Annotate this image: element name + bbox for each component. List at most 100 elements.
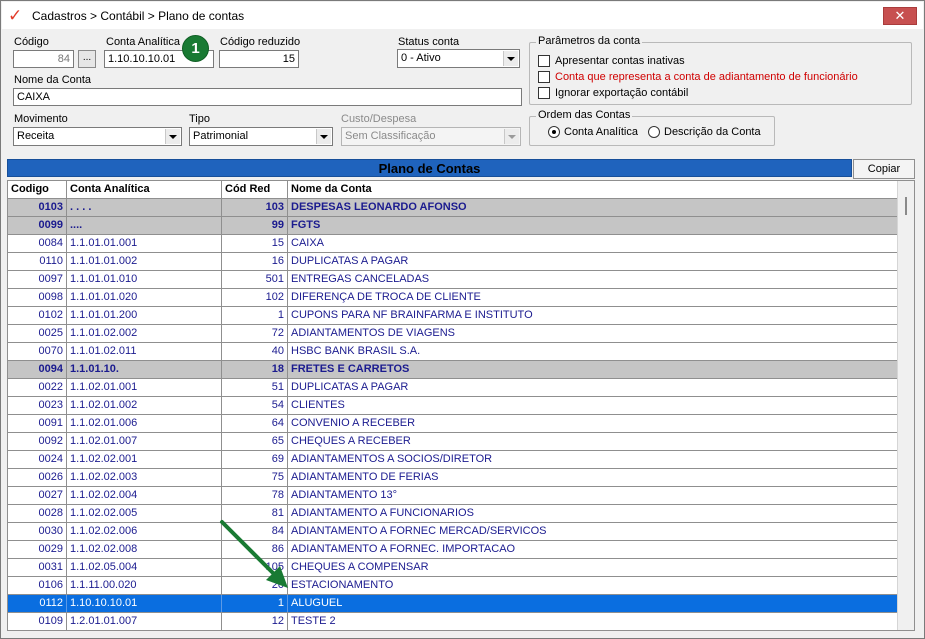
table-row[interactable]: 0103. . . . 103 DESPESAS LEONARDO AFONSO xyxy=(8,199,898,217)
column-header-nome-da-conta[interactable]: Nome da Conta xyxy=(288,181,898,198)
table-row[interactable]: 0112 1.10.10.10.01 1 ALUGUEL xyxy=(8,595,898,613)
table-row[interactable]: 0110 1.1.01.01.002 16 DUPLICATAS A PAGAR xyxy=(8,253,898,271)
status-conta-select[interactable]: 0 - Ativo xyxy=(397,49,520,68)
table-row[interactable]: 0099.... 99 FGTS xyxy=(8,217,898,235)
table-row[interactable]: 0027 1.1.02.02.004 78 ADIANTAMENTO 13° xyxy=(8,487,898,505)
cell-cod-red: 1 xyxy=(222,307,288,324)
table-row[interactable]: 0094 1.1.01.10. 18 FRETES E CARRETOS xyxy=(8,361,898,379)
cell-cod-red: 99 xyxy=(222,217,288,234)
table-row[interactable]: 0031 1.1.02.05.004 105 CHEQUES A COMPENSAR xyxy=(8,559,898,577)
checkbox[interactable] xyxy=(538,87,550,99)
checkbox[interactable] xyxy=(538,55,550,67)
cell-nome-da-conta: CONVENIO A RECEBER xyxy=(288,415,898,432)
cell-codigo: 0092 xyxy=(8,433,67,450)
radio-button[interactable] xyxy=(548,126,560,138)
table-row[interactable]: 0109 1.2.01.01.007 12 TESTE 2 xyxy=(8,613,898,630)
option-conta-adiantamento-funcionario[interactable]: Conta que representa a conta de adiantam… xyxy=(538,71,858,83)
cell-cod-red: 69 xyxy=(222,451,288,468)
plano-de-contas-window: ✓ Cadastros > Contábil > Plano de contas… xyxy=(0,0,925,639)
vertical-scrollbar[interactable] xyxy=(897,181,914,630)
cell-cod-red: 54 xyxy=(222,397,288,414)
cell-cod-red: 105 xyxy=(222,559,288,576)
cell-conta-analitica: 1.1.01.01.002 xyxy=(67,253,222,270)
column-header-codigo[interactable]: Codigo xyxy=(8,181,67,198)
table-row[interactable]: 0097 1.1.01.01.010 501 ENTREGAS CANCELADAS xyxy=(8,271,898,289)
table-row[interactable]: 0098 1.1.01.01.020 102 DIFERENÇA DE TROCA D… xyxy=(8,289,898,307)
table-row[interactable]: 0023 1.1.02.01.002 54 CLIENTES xyxy=(8,397,898,415)
column-header-conta-analitica[interactable]: Conta Analítica xyxy=(67,181,222,198)
table-row[interactable]: 0025 1.1.01.02.002 72 ADIANTAMENTOS DE VIAG… xyxy=(8,325,898,343)
table-row[interactable]: 0030 1.1.02.02.006 84 ADIANTAMENTO A FORNEC… xyxy=(8,523,898,541)
cell-nome-da-conta: CAIXA xyxy=(288,235,898,252)
column-header-cod-red[interactable]: Cód Red xyxy=(222,181,288,198)
table-row[interactable]: 0106 1.1.11.00.020 20 ESTACIONAMENTO xyxy=(8,577,898,595)
cell-conta-analitica: 1.1.02.02.008 xyxy=(67,541,222,558)
option-apresentar-contas-inativas[interactable]: Apresentar contas inativas xyxy=(538,55,685,67)
codigo-input[interactable]: 84 xyxy=(13,50,74,68)
title-bar: ✓ Cadastros > Contábil > Plano de contas… xyxy=(2,2,923,29)
nome-da-conta-input[interactable]: CAIXA xyxy=(13,88,522,106)
table-row[interactable]: 0070 1.1.01.02.011 40 HSBC BANK BRASIL S.A. xyxy=(8,343,898,361)
codigo-reduzido-input[interactable]: 15 xyxy=(219,50,299,68)
table-row[interactable]: 0026 1.1.02.02.003 75 ADIANTAMENTO DE FERIA… xyxy=(8,469,898,487)
cell-conta-analitica: 1.1.01.01.200 xyxy=(67,307,222,324)
table-row[interactable]: 0084 1.1.01.01.001 15 CAIXA xyxy=(8,235,898,253)
cell-codigo: 0023 xyxy=(8,397,67,414)
movimento-select[interactable]: Receita xyxy=(13,127,182,146)
cell-nome-da-conta: CUPONS PARA NF BRAINFARMA E INSTITUTO xyxy=(288,307,898,324)
cell-cod-red: 40 xyxy=(222,343,288,360)
grid-title-bar: Plano de Contas xyxy=(7,159,852,177)
cell-codigo: 0097 xyxy=(8,271,67,288)
close-button[interactable]: ✕ xyxy=(883,7,917,25)
accounts-grid[interactable]: Codigo Conta Analítica Cód Red Nome da C… xyxy=(7,180,915,631)
radio-descricao-da-conta[interactable]: Descrição da Conta xyxy=(648,126,761,138)
cell-cod-red: 103 xyxy=(222,199,288,216)
cell-codigo: 0031 xyxy=(8,559,67,576)
cell-cod-red: 20 xyxy=(222,577,288,594)
cell-cod-red: 64 xyxy=(222,415,288,432)
cell-nome-da-conta: FGTS xyxy=(288,217,898,234)
cell-cod-red: 65 xyxy=(222,433,288,450)
copy-button[interactable]: Copiar xyxy=(853,159,915,179)
tipo-label: Tipo xyxy=(189,113,210,125)
cell-nome-da-conta: ADIANTAMENTO A FORNEC. IMPORTACAO xyxy=(288,541,898,558)
cell-conta-analitica: 1.1.02.01.006 xyxy=(67,415,222,432)
cell-codigo: 0112 xyxy=(8,595,67,612)
chevron-down-icon[interactable] xyxy=(316,129,331,144)
table-row[interactable]: 0091 1.1.02.01.006 64 CONVENIO A RECEBER xyxy=(8,415,898,433)
table-row[interactable]: 0022 1.1.02.01.001 51 DUPLICATAS A PAGAR xyxy=(8,379,898,397)
cell-codigo: 0106 xyxy=(8,577,67,594)
option-ignorar-exportacao-contabil[interactable]: Ignorar exportação contábil xyxy=(538,87,688,99)
cell-nome-da-conta: FRETES E CARRETOS xyxy=(288,361,898,378)
cell-nome-da-conta: DESPESAS LEONARDO AFONSO xyxy=(288,199,898,216)
cell-cod-red: 51 xyxy=(222,379,288,396)
codigo-label: Código xyxy=(14,36,49,48)
tipo-select[interactable]: Patrimonial xyxy=(189,127,333,146)
cell-nome-da-conta: ADIANTAMENTO A FORNEC MERCAD/SERVICOS xyxy=(288,523,898,540)
cell-conta-analitica: 1.1.01.01.020 xyxy=(67,289,222,306)
checkbox[interactable] xyxy=(538,71,550,83)
scrollbar-thumb[interactable] xyxy=(905,197,907,215)
table-row[interactable]: 0028 1.1.02.02.005 81 ADIANTAMENTO A FUNCIO… xyxy=(8,505,898,523)
chevron-down-icon[interactable] xyxy=(165,129,180,144)
window-title: Cadastros > Contábil > Plano de contas xyxy=(32,8,245,23)
cell-nome-da-conta: CHEQUES A COMPENSAR xyxy=(288,559,898,576)
cell-codigo: 0091 xyxy=(8,415,67,432)
chevron-down-icon[interactable] xyxy=(503,51,518,66)
cell-cod-red: 15 xyxy=(222,235,288,252)
movimento-value: Receita xyxy=(17,130,55,142)
parametros-title: Parâmetros da conta xyxy=(536,35,643,47)
cell-cod-red: 72 xyxy=(222,325,288,342)
table-row[interactable]: 0024 1.1.02.02.001 69 ADIANTAMENTOS A SOCIO… xyxy=(8,451,898,469)
cell-conta-analitica: 1.1.02.05.004 xyxy=(67,559,222,576)
cell-conta-analitica: 1.2.01.01.007 xyxy=(67,613,222,630)
cell-codigo: 0028 xyxy=(8,505,67,522)
radio-button[interactable] xyxy=(648,126,660,138)
table-row[interactable]: 0029 1.1.02.02.008 86 ADIANTAMENTO A FORNEC… xyxy=(8,541,898,559)
cell-nome-da-conta: CHEQUES A RECEBER xyxy=(288,433,898,450)
codigo-lookup-button[interactable]: ... xyxy=(78,50,96,68)
table-row[interactable]: 0092 1.1.02.01.007 65 CHEQUES A RECEBER xyxy=(8,433,898,451)
radio-conta-analitica[interactable]: Conta Analítica xyxy=(548,126,638,138)
table-row[interactable]: 0102 1.1.01.01.200 1 CUPONS PARA NF BRAINFA… xyxy=(8,307,898,325)
cell-codigo: 0025 xyxy=(8,325,67,342)
